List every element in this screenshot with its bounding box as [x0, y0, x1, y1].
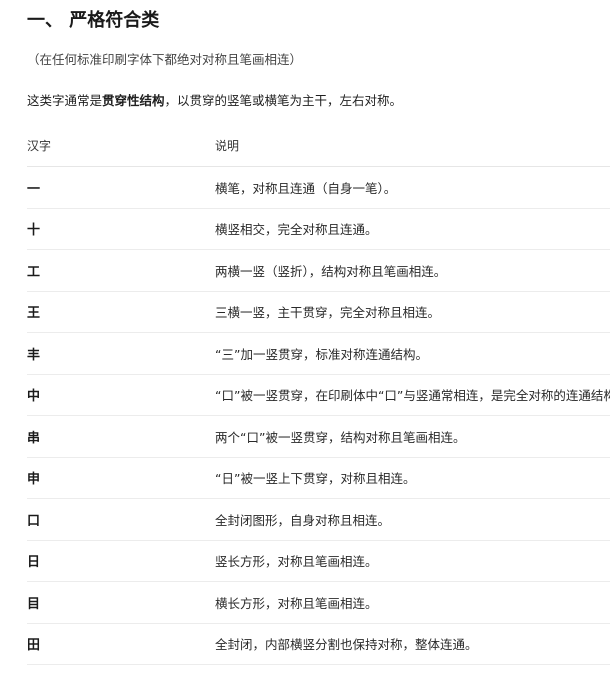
table-row: 丰 “三”加一竖贯穿，标准对称连通结构。 — [27, 332, 610, 375]
character-cell: 工 — [27, 249, 215, 292]
description-cell: 全封闭图形，自身对称且相连。 — [215, 498, 610, 541]
character-cell: 中 — [27, 374, 215, 416]
character-table: 汉字 说明 一 横笔，对称且连通（自身一笔）。 十 横竖相交，完全对称且连通。 … — [27, 125, 610, 665]
table-row: 串 两个“口”被一竖贯穿，结构对称且笔画相连。 — [27, 415, 610, 458]
table-row: 十 横竖相交，完全对称且连通。 — [27, 208, 610, 250]
document-page: 一、 严格符合类 （在任何标准印刷字体下都绝对对称且笔画相连） 这类字通常是贯穿… — [0, 0, 610, 679]
description-cell: 横笔，对称且连通（自身一笔）。 — [215, 166, 610, 209]
character-cell: 串 — [27, 415, 215, 458]
header-description: 说明 — [215, 125, 610, 167]
intro-text-end: ，以贯穿的竖笔或横笔为主干，左右对称。 — [164, 93, 403, 108]
table-row: 日 竖长方形，对称且笔画相连。 — [27, 540, 610, 582]
table-header-row: 汉字 说明 — [27, 125, 610, 167]
description-cell: 两横一竖（竖折），结构对称且笔画相连。 — [215, 249, 610, 292]
character-cell: 申 — [27, 457, 215, 499]
header-character: 汉字 — [27, 125, 215, 167]
description-cell: “三”加一竖贯穿，标准对称连通结构。 — [215, 332, 610, 375]
intro-bold-term: 贯穿性结构 — [102, 93, 165, 108]
description-cell: “日”被一竖上下贯穿，对称且相连。 — [215, 457, 610, 499]
description-cell: 横长方形，对称且笔画相连。 — [215, 581, 610, 624]
table-row: 王 三横一竖，主干贯穿，完全对称且相连。 — [27, 291, 610, 333]
description-cell: 三横一竖，主干贯穿，完全对称且相连。 — [215, 291, 610, 333]
table-row: 目 横长方形，对称且笔画相连。 — [27, 581, 610, 624]
description-cell: 横竖相交，完全对称且连通。 — [215, 208, 610, 250]
character-cell: 目 — [27, 581, 215, 624]
section-heading: 一、 严格符合类 — [27, 10, 160, 31]
description-cell: “口”被一竖贯穿，在印刷体中“口”与竖通常相连，是完全对称的连通结构。 — [215, 374, 610, 416]
character-cell: 日 — [27, 540, 215, 582]
table-row: 田 全封闭，内部横竖分割也保持对称，整体连通。 — [27, 623, 610, 665]
table-row: 中 “口”被一竖贯穿，在印刷体中“口”与竖通常相连，是完全对称的连通结构。 — [27, 374, 610, 416]
intro-paragraph: 这类字通常是贯穿性结构，以贯穿的竖笔或横笔为主干，左右对称。 — [27, 90, 402, 109]
character-cell: 口 — [27, 498, 215, 541]
table-row: 申 “日”被一竖上下贯穿，对称且相连。 — [27, 457, 610, 499]
description-cell: 两个“口”被一竖贯穿，结构对称且笔画相连。 — [215, 415, 610, 458]
character-cell: 王 — [27, 291, 215, 333]
table-row: 工 两横一竖（竖折），结构对称且笔画相连。 — [27, 249, 610, 292]
table-row: 一 横笔，对称且连通（自身一笔）。 — [27, 166, 610, 209]
character-cell: 丰 — [27, 332, 215, 375]
table-row: 口 全封闭图形，自身对称且相连。 — [27, 498, 610, 541]
character-cell: 十 — [27, 208, 215, 250]
description-cell: 竖长方形，对称且笔画相连。 — [215, 540, 610, 582]
section-note: （在任何标准印刷字体下都绝对对称且笔画相连） — [27, 52, 303, 67]
character-cell: 田 — [27, 623, 215, 665]
intro-text-start: 这类字通常是 — [27, 93, 103, 108]
description-cell: 全封闭，内部横竖分割也保持对称，整体连通。 — [215, 623, 610, 665]
table-container: 汉字 说明 一 横笔，对称且连通（自身一笔）。 十 横竖相交，完全对称且连通。 … — [0, 125, 610, 665]
character-cell: 一 — [27, 166, 215, 209]
